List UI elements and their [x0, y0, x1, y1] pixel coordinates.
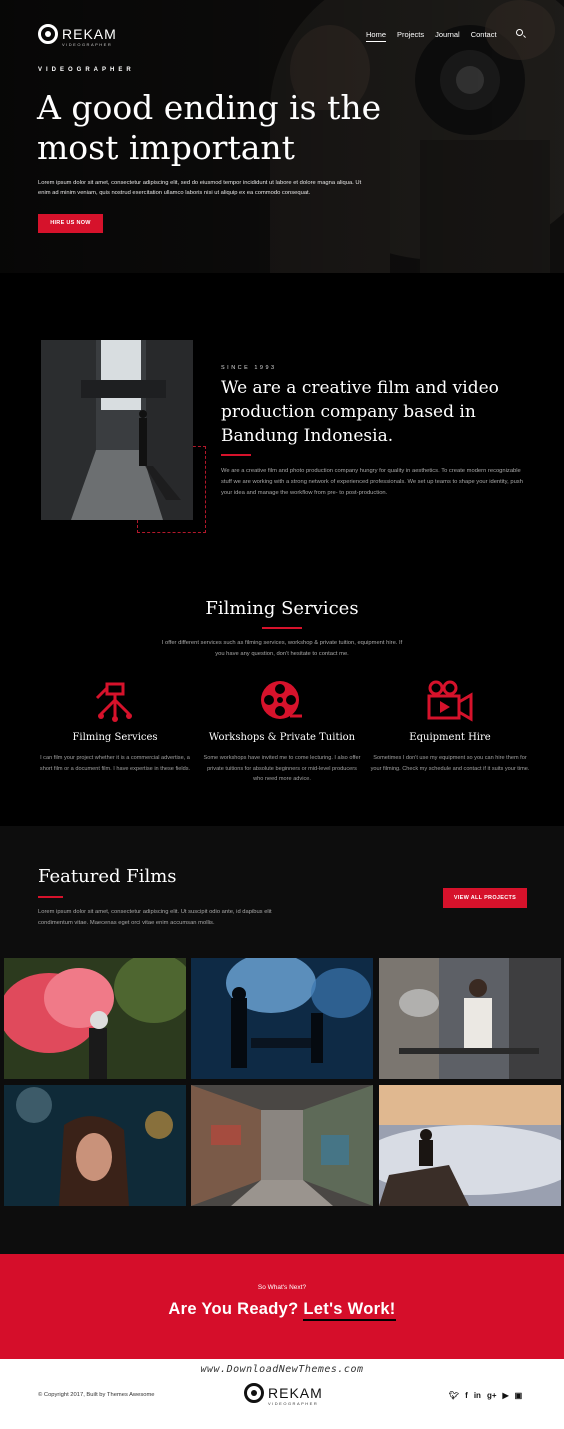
- facebook-icon[interactable]: f: [465, 1391, 468, 1400]
- services-title: Filming Services: [205, 598, 359, 619]
- hire-us-button[interactable]: HIRE US NOW: [38, 214, 103, 233]
- hero-kicker: VIDEOGRAPHER: [38, 67, 135, 73]
- film-thumbnail[interactable]: [379, 958, 561, 1079]
- view-all-projects-button[interactable]: VIEW ALL PROJECTS: [443, 888, 527, 908]
- film-thumbnail-image: [379, 958, 561, 1079]
- cta-heading: Are You Ready? Let's Work!: [0, 1300, 564, 1321]
- camera-ring-icon: [244, 1383, 264, 1403]
- cta-banner: So What's Next? Are You Ready? Let's Wor…: [0, 1254, 564, 1359]
- nav-item-projects[interactable]: Projects: [397, 30, 424, 42]
- watermark: www.DownloadNewThemes.com: [200, 1364, 364, 1375]
- hero-headline: A good ending is the most important: [37, 88, 382, 167]
- service-filming: Filming Services I can film your project…: [35, 680, 195, 774]
- service-text: Sometimes I don't use my equipment so yo…: [370, 755, 530, 772]
- film-thumbnail-image: [4, 958, 186, 1079]
- instagram-icon[interactable]: ▣: [515, 1391, 523, 1400]
- tripod-camera-icon: [95, 682, 132, 722]
- film-reel-icon: [261, 681, 302, 719]
- featured-text: Lorem ipsum dolor sit amet, consectetur …: [38, 909, 272, 926]
- about-divider: [221, 454, 251, 456]
- hero-section: REKAM VIDEOGRAPHER Home Projects Journal…: [0, 0, 564, 273]
- services-divider: [262, 627, 302, 629]
- social-links: 🐦︎ f in g+ ▶ ▣: [449, 1391, 522, 1400]
- service-workshops: Workshops & Private Tuition Some worksho…: [202, 680, 362, 785]
- service-text: I can film your project whether it is a …: [39, 755, 191, 772]
- cta-lead: Are You Ready?: [168, 1300, 299, 1318]
- about-title: We are a creative film and video product…: [221, 378, 499, 446]
- camera-ring-icon: [38, 24, 58, 44]
- film-thumbnail-image: [4, 1085, 186, 1206]
- service-title: Workshops & Private Tuition: [208, 732, 356, 743]
- brand-logo[interactable]: REKAM VIDEOGRAPHER: [38, 24, 117, 47]
- footer: www.DownloadNewThemes.com © Copyright 20…: [0, 1359, 564, 1429]
- featured-divider: [38, 896, 63, 898]
- hero-text: Lorem ipsum dolor sit amet, consectetur …: [38, 180, 362, 196]
- service-text: Some workshops have invited me to come l…: [203, 755, 361, 782]
- nav-item-contact[interactable]: Contact: [471, 30, 497, 42]
- footer-brand-tagline: VIDEOGRAPHER: [268, 1401, 319, 1406]
- nav-item-journal[interactable]: Journal: [435, 30, 460, 42]
- services-intro: I offer different services such as filmi…: [161, 640, 403, 657]
- film-thumbnail[interactable]: [4, 1085, 186, 1206]
- featured-title: Featured Films: [38, 866, 177, 887]
- brand-name: REKAM: [62, 26, 117, 42]
- cta-question: So What's Next?: [257, 1284, 307, 1291]
- about-photo: [41, 340, 193, 520]
- film-thumbnail-image: [379, 1085, 561, 1206]
- service-equipment: Equipment Hire Sometimes I don't use my …: [370, 680, 530, 774]
- main-nav: Home Projects Journal Contact: [366, 30, 497, 42]
- video-camera-icon: [427, 680, 473, 722]
- search-icon[interactable]: [516, 29, 523, 36]
- about-text: We are a creative film and photo product…: [221, 468, 523, 496]
- about-image: [41, 340, 193, 520]
- linkedin-icon[interactable]: in: [474, 1391, 481, 1400]
- copyright: © Copyright 2017, Built by Themes Awesom…: [38, 1392, 155, 1398]
- film-thumbnail[interactable]: [191, 1085, 373, 1206]
- film-thumbnail[interactable]: [379, 1085, 561, 1206]
- footer-logo[interactable]: REKAM VIDEOGRAPHER: [244, 1383, 323, 1406]
- google-plus-icon[interactable]: g+: [487, 1391, 497, 1400]
- brand-tagline: VIDEOGRAPHER: [62, 42, 113, 47]
- youtube-icon[interactable]: ▶: [503, 1391, 509, 1400]
- lets-work-link[interactable]: Let's Work!: [303, 1300, 396, 1321]
- film-thumbnail[interactable]: [4, 958, 186, 1079]
- film-thumbnail[interactable]: [191, 958, 373, 1079]
- since-label: SINCE 1993: [221, 365, 277, 371]
- film-thumbnail-image: [191, 1085, 373, 1206]
- footer-brand-name: REKAM: [268, 1385, 323, 1401]
- twitter-icon[interactable]: 🐦︎: [449, 1391, 459, 1400]
- nav-item-home[interactable]: Home: [366, 30, 387, 42]
- service-title: Filming Services: [72, 732, 158, 743]
- service-title: Equipment Hire: [409, 732, 491, 743]
- film-thumbnail-image: [191, 958, 373, 1079]
